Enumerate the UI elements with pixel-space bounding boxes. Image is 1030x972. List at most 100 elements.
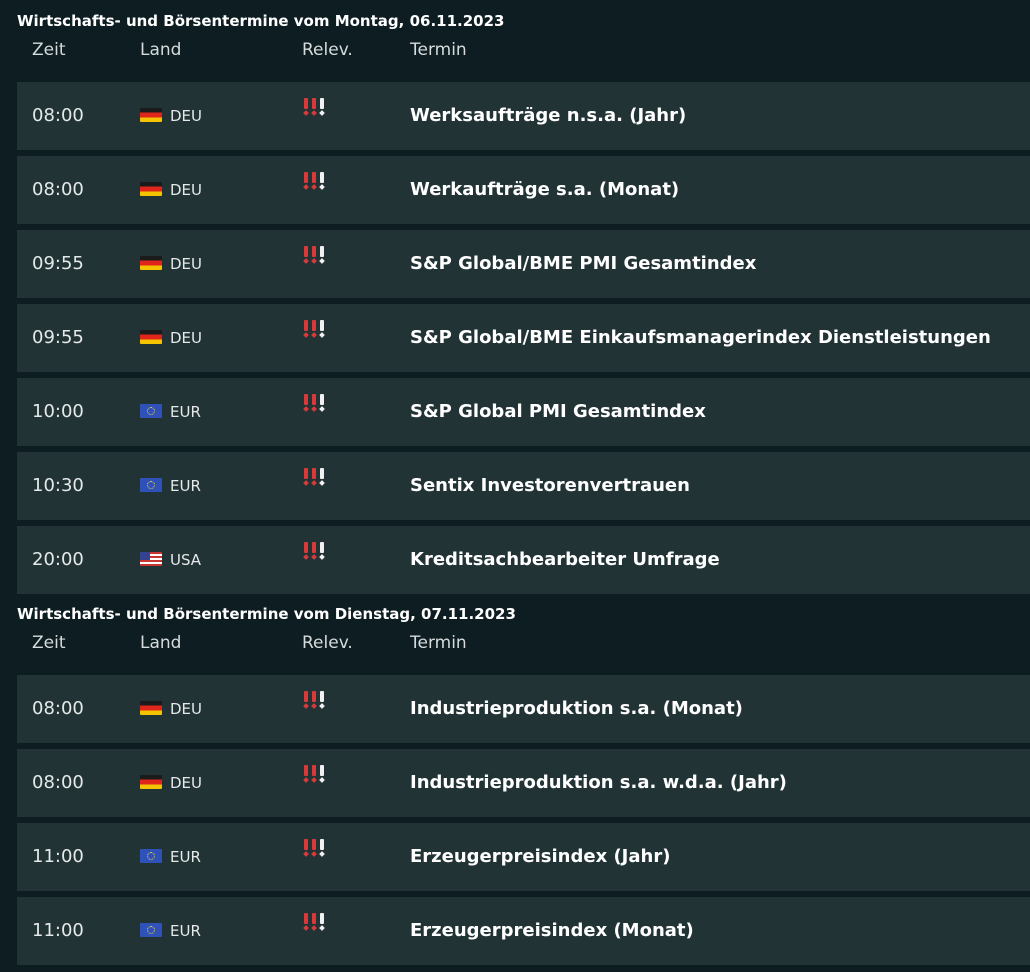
event-row[interactable]: 11:00 EUR Erzeugerpreisindex (Monat) [17, 897, 1030, 965]
relevance-icon [302, 838, 332, 861]
event-time: 10:30 [32, 475, 84, 496]
country-code: DEU [170, 700, 203, 718]
relevance [302, 889, 332, 957]
event-name: Erzeugerpreisindex (Jahr) [410, 846, 671, 867]
event-country: DEU [140, 230, 202, 298]
relevance-icon [302, 912, 332, 935]
relevance [302, 518, 332, 586]
event-country: EUR [140, 452, 201, 520]
column-time: Zeit [32, 633, 66, 653]
germany-flag-icon [140, 108, 162, 122]
relevance [302, 222, 332, 290]
event-time: 11:00 [32, 846, 84, 867]
event-time: 11:00 [32, 920, 84, 941]
event-country: DEU [140, 675, 202, 743]
relevance-icon [302, 467, 332, 490]
event-country: DEU [140, 82, 202, 150]
country-code: DEU [170, 107, 203, 125]
event-row[interactable]: 10:00 EUR S&P Global PMI Gesamtindex [17, 378, 1030, 446]
event-row[interactable]: 08:00 DEU Werkaufträge s.a. (Monat) [17, 156, 1030, 224]
event-country: EUR [140, 378, 201, 446]
country-code: DEU [170, 329, 203, 347]
relevance-icon [302, 245, 332, 268]
event-row[interactable]: 09:55 DEU S&P Global/BME Einkaufsmanager… [17, 304, 1030, 372]
event-row[interactable]: 08:00 DEU Industrieproduktion s.a. (Mona… [17, 675, 1030, 743]
relevance-icon [302, 171, 332, 194]
column-time: Zeit [32, 40, 66, 60]
event-time: 10:00 [32, 401, 84, 422]
relevance-icon [302, 393, 332, 416]
relevance-icon [302, 97, 332, 120]
event-country: EUR [140, 823, 201, 891]
column-country: Land [140, 40, 182, 60]
relevance [302, 74, 332, 142]
event-row[interactable]: 11:00 EUR Erzeugerpreisindex (Jahr) [17, 823, 1030, 891]
event-name: Kreditsachbearbeiter Umfrage [410, 549, 720, 570]
day-section-tuesday: Wirtschafts- und Börsentermine vom Diens… [0, 599, 1030, 971]
event-name: Werksaufträge n.s.a. (Jahr) [410, 105, 687, 126]
event-list: 08:00 DEU Werksaufträge n.s.a. (Jahr) 08… [0, 82, 1030, 594]
relevance-icon [302, 690, 332, 713]
event-row[interactable]: 10:30 EUR Sentix Investorenvertrauen [17, 452, 1030, 520]
country-code: EUR [170, 403, 201, 421]
relevance [302, 741, 332, 809]
event-country: EUR [140, 897, 201, 965]
germany-flag-icon [140, 256, 162, 270]
column-header: Zeit Land Relev. Termin [0, 38, 1030, 82]
event-name: S&P Global/BME PMI Gesamtindex [410, 253, 757, 274]
relevance [302, 667, 332, 735]
column-header: Zeit Land Relev. Termin [0, 631, 1030, 675]
event-name: Industrieproduktion s.a. w.d.a. (Jahr) [410, 772, 787, 793]
relevance-icon [302, 541, 332, 564]
event-country: DEU [140, 304, 202, 372]
country-code: DEU [170, 774, 203, 792]
event-name: Industrieproduktion s.a. (Monat) [410, 698, 743, 719]
event-row[interactable]: 20:00 USA Kreditsachbearbeiter Umfrage [17, 526, 1030, 594]
relevance [302, 370, 332, 438]
eu-flag-icon [140, 404, 162, 418]
event-country: DEU [140, 156, 202, 224]
event-time: 08:00 [32, 179, 84, 200]
column-country: Land [140, 633, 182, 653]
country-code: EUR [170, 922, 201, 940]
event-row[interactable]: 09:55 DEU S&P Global/BME PMI Gesamtindex [17, 230, 1030, 298]
eu-flag-icon [140, 849, 162, 863]
event-name: Werkaufträge s.a. (Monat) [410, 179, 680, 200]
germany-flag-icon [140, 182, 162, 196]
event-list: 08:00 DEU Industrieproduktion s.a. (Mona… [0, 675, 1030, 965]
country-code: DEU [170, 181, 203, 199]
event-time: 08:00 [32, 105, 84, 126]
column-relevance: Relev. [302, 40, 353, 60]
column-event: Termin [410, 40, 467, 60]
day-title: Wirtschafts- und Börsentermine vom Monta… [17, 12, 505, 30]
column-relevance: Relev. [302, 633, 353, 653]
event-row[interactable]: 08:00 DEU Industrieproduktion s.a. w.d.a… [17, 749, 1030, 817]
day-section-monday: Wirtschafts- und Börsentermine vom Monta… [0, 6, 1030, 600]
event-name: Erzeugerpreisindex (Monat) [410, 920, 694, 941]
country-code: EUR [170, 848, 201, 866]
event-time: 09:55 [32, 253, 84, 274]
eu-flag-icon [140, 478, 162, 492]
event-name: S&P Global PMI Gesamtindex [410, 401, 706, 422]
relevance-icon [302, 764, 332, 787]
day-title: Wirtschafts- und Börsentermine vom Diens… [17, 605, 516, 623]
event-name: Sentix Investorenvertrauen [410, 475, 690, 496]
economic-calendar: Wirtschafts- und Börsentermine vom Monta… [0, 0, 1030, 972]
event-country: USA [140, 526, 201, 594]
country-code: DEU [170, 255, 203, 273]
germany-flag-icon [140, 701, 162, 715]
event-country: DEU [140, 749, 202, 817]
country-code: USA [170, 551, 202, 569]
germany-flag-icon [140, 330, 162, 344]
event-row[interactable]: 08:00 DEU Werksaufträge n.s.a. (Jahr) [17, 82, 1030, 150]
relevance [302, 296, 332, 364]
event-time: 09:55 [32, 327, 84, 348]
relevance [302, 148, 332, 216]
relevance [302, 444, 332, 512]
country-code: EUR [170, 477, 201, 495]
event-time: 08:00 [32, 698, 84, 719]
event-time: 20:00 [32, 549, 84, 570]
germany-flag-icon [140, 775, 162, 789]
event-name: S&P Global/BME Einkaufsmanagerindex Dien… [410, 327, 991, 348]
eu-flag-icon [140, 923, 162, 937]
